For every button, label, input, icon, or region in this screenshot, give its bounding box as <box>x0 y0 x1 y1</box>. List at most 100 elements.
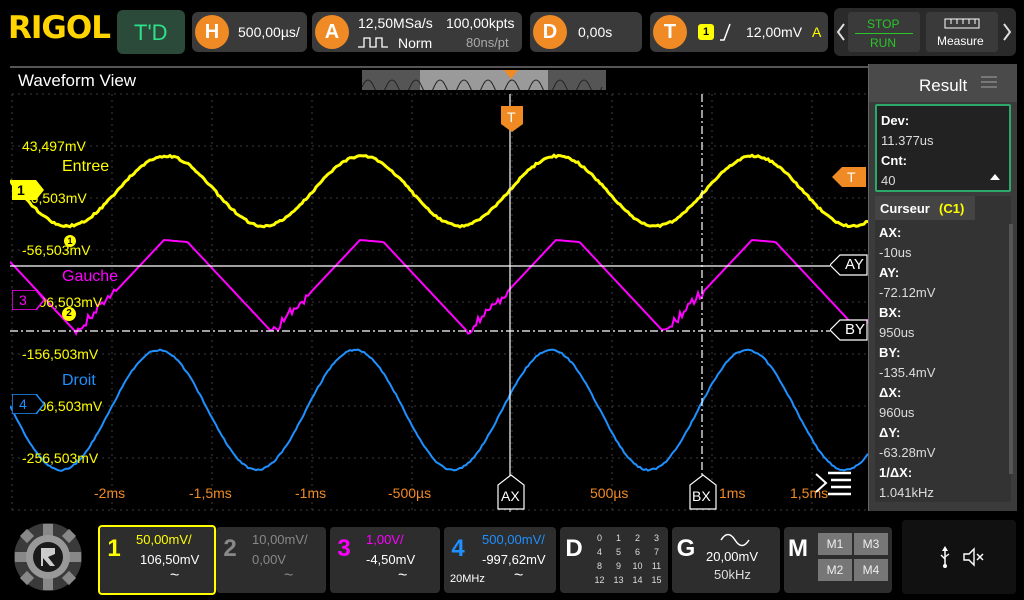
speaker-mute-icon[interactable] <box>962 546 986 568</box>
inv-dx-value: 1.041kHz <box>879 485 934 500</box>
waveform-overview-strip[interactable] <box>362 70 606 90</box>
digital-channel: 14 <box>628 575 647 589</box>
ch1-offset: 106,50mV <box>140 552 199 567</box>
stop-run-divider <box>855 33 913 34</box>
bx-value: 950us <box>879 325 914 340</box>
generator-control[interactable]: G 20,00mV 50kHz <box>672 527 780 593</box>
dev-label: Dev: <box>881 113 909 128</box>
measure-button[interactable]: Measure <box>926 12 998 52</box>
rising-edge-icon <box>719 23 733 41</box>
rigol-gear-icon[interactable] <box>10 520 86 594</box>
channel-2-control[interactable]: 2 10,00mV/ 0,00V ~ <box>216 527 326 593</box>
channel-3-control[interactable]: 3 1,00V/ -4,50mV ~ <box>330 527 440 593</box>
digital-channel: 11 <box>647 561 666 575</box>
trigger-control[interactable]: T 1 12,00mV A <box>650 12 828 52</box>
ch2-scale: 10,00mV/ <box>252 532 308 547</box>
cursor-ay-label: AY <box>845 256 864 273</box>
math-m1-button[interactable]: M1 <box>818 533 852 555</box>
ch4-marker-label: 4 <box>19 396 27 412</box>
digital-channel: 1 <box>609 533 628 547</box>
math-m4-button[interactable]: M4 <box>854 559 888 581</box>
stop-run-button[interactable]: STOP RUN <box>848 12 920 52</box>
inv-dx-label: 1/ΔX: <box>879 465 912 480</box>
math-m3-button[interactable]: M3 <box>854 533 888 555</box>
chevron-left-icon[interactable] <box>836 22 846 42</box>
delay-control[interactable]: D 0,00s <box>530 12 642 52</box>
menu-icon[interactable] <box>814 470 854 496</box>
ax-label: AX: <box>879 225 901 240</box>
acquire-mode: Norm <box>398 35 432 51</box>
math-label: M <box>787 531 809 567</box>
dev-value: 11.377us <box>881 133 934 148</box>
digital-channel: 9 <box>609 561 628 575</box>
ch4-trace <box>10 350 868 471</box>
bottom-bar: 1 50,00mV/ 106,50mV ~ 2 10,00mV/ 0,00V ~… <box>0 512 1024 600</box>
acquire-icon: A <box>315 15 349 49</box>
digital-channel: 2 <box>628 533 647 547</box>
horizontal-icon: H <box>195 15 229 49</box>
digital-channel: 5 <box>609 547 628 561</box>
td-button[interactable]: T'D <box>117 10 185 54</box>
chevron-right-icon[interactable] <box>1002 22 1012 42</box>
generator-label: G <box>675 531 697 567</box>
ch4-bandwidth-limit: 20MHz <box>450 573 485 585</box>
trigger-status: A <box>812 24 821 40</box>
result-header: Result <box>869 64 1017 102</box>
trigger-position-label: T <box>507 109 516 125</box>
math-control[interactable]: M M1 M3 M2 M4 <box>784 527 892 593</box>
math-m2-button[interactable]: M2 <box>818 559 852 581</box>
channel-4-control[interactable]: 4 500,00mV/ -997,62mV 20MHz ~ <box>444 527 556 593</box>
generator-amplitude: 20,00mV <box>706 549 758 564</box>
ch3-marker[interactable] <box>12 290 46 310</box>
ruler-icon <box>944 16 980 30</box>
ch4-marker[interactable] <box>12 394 46 414</box>
ch3-marker-label: 3 <box>19 292 27 308</box>
by-label: BY: <box>879 345 900 360</box>
ch2-marker[interactable]: 2 <box>62 307 76 321</box>
time-label-1: -2ms <box>94 485 125 501</box>
ch2-number: 2 <box>219 531 241 567</box>
ch4-coupling-icon: ~ <box>514 567 523 585</box>
time-label-3: -1ms <box>295 485 326 501</box>
ch4-name-label: Droit <box>62 372 96 390</box>
dy-label: ΔY: <box>879 425 900 440</box>
ch3-name-label: Gauche <box>62 268 118 286</box>
ch4-scale: 500,00mV/ <box>482 532 545 547</box>
digital-label: D <box>563 531 585 567</box>
time-per-point: 80ns/pt <box>466 35 509 50</box>
scale-label-3: -56,503mV <box>22 242 90 258</box>
waveform-canvas[interactable] <box>10 68 868 513</box>
trigger-icon: T <box>653 15 687 49</box>
channel-1-control[interactable]: 1 50,00mV/ 106,50mV ~ <box>98 525 216 595</box>
acquire-control[interactable]: A 12,50MSa/s Norm 100,00kpts 80ns/pt <box>312 12 522 52</box>
trigger-level: 12,00mV <box>746 24 802 40</box>
waveform-view[interactable] <box>10 66 868 513</box>
measurement-stats-card[interactable]: Dev: 11.377us Cnt: 40 <box>875 104 1011 192</box>
horizontal-control[interactable]: H 500,00µs/ <box>192 12 307 52</box>
digital-channel: 12 <box>590 575 609 589</box>
result-menu-icon[interactable] <box>979 74 999 90</box>
time-label-2: -1,5ms <box>189 485 232 501</box>
cnt-label: Cnt: <box>881 153 907 168</box>
ch2-coupling-icon: ~ <box>284 567 293 585</box>
cursor-results-card[interactable]: Curseur (C1) AX: -10us AY: -72.12mV BX: … <box>875 196 1011 502</box>
trigger-level-marker[interactable]: 1 <box>64 235 76 247</box>
result-title: Result <box>919 76 967 96</box>
result-scrollbar[interactable] <box>1009 224 1013 474</box>
collapse-up-icon[interactable] <box>989 172 1001 182</box>
waveform-view-title: Waveform View <box>18 71 136 91</box>
digital-channel: 3 <box>647 533 666 547</box>
ch3-scale: 1,00V/ <box>366 532 404 547</box>
trigger-level-right-label: T <box>847 169 856 185</box>
digital-channel: 8 <box>590 561 609 575</box>
cursor-title: Curseur <box>880 201 930 216</box>
digital-channels-control[interactable]: D 0123 4567 8 9 10 11 12 13 14 15 <box>560 527 668 593</box>
ch4-number: 4 <box>447 531 469 567</box>
ch3-number: 3 <box>333 531 355 567</box>
usb-icon <box>938 546 952 568</box>
result-panel: Result Dev: 11.377us Cnt: 40 Curseur (C1… <box>868 64 1017 511</box>
dx-value: 960us <box>879 405 914 420</box>
cursor-by-label: BY <box>845 321 865 338</box>
ch1-marker-label: 1 <box>17 182 25 198</box>
ch1-name-label: Entree <box>62 158 109 176</box>
